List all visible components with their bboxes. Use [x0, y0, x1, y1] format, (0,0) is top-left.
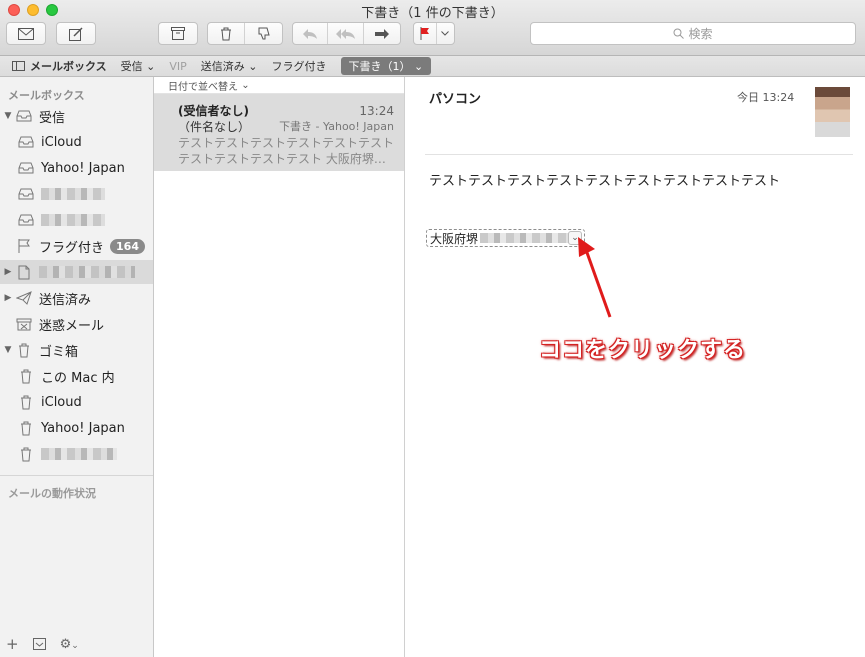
red-arrow-annotation — [578, 237, 612, 318]
favorites-sent-button[interactable]: 送信済み ⌄ — [201, 58, 258, 74]
search-input[interactable]: 検索 — [530, 22, 856, 45]
sidebar-header: メールボックス — [8, 89, 85, 102]
inbox-tray-icon — [16, 134, 36, 150]
disclosure-triangle-icon[interactable]: ▼ — [2, 345, 14, 355]
sort-menu[interactable]: 日付で並べ替え ⌄ — [154, 77, 404, 94]
favorites-vip-button[interactable]: VIP — [169, 60, 186, 73]
flag-icon — [420, 27, 429, 40]
archive-icon — [171, 27, 185, 40]
message-sender: (受信者なし) — [178, 104, 249, 118]
sidebar-item-trash[interactable]: ▼ ゴミ箱 — [0, 338, 153, 362]
disclosure-triangle-icon[interactable]: ▶ — [2, 293, 14, 303]
sidebar-item-inbox-redacted-2[interactable] — [0, 208, 153, 232]
reply-all-icon — [335, 28, 355, 39]
header-divider — [425, 154, 853, 155]
redacted-account-name — [41, 214, 105, 226]
message-preview-pane: パソコン 今日 13:24 テストテストテストテストテストテストテストテストテス… — [405, 77, 865, 657]
message-list: 日付で並べ替え ⌄ (受信者なし) 13:24 （件名なし） 下書き - Yah… — [154, 77, 405, 657]
trash-icon — [16, 446, 36, 462]
inbox-tray-icon — [14, 108, 34, 124]
flag-menu-button[interactable] — [437, 23, 454, 44]
window-title: 下書き（1 件の下書き） — [361, 6, 504, 21]
inbox-tray-icon — [16, 212, 36, 228]
compose-icon — [69, 26, 83, 41]
inbox-tray-icon — [16, 186, 36, 202]
sidebar-item-inbox-icloud[interactable]: iCloud — [0, 130, 153, 154]
activity-status-header: メールの動作状況 — [0, 475, 153, 510]
message-preview-line-2: テストテストテストテスト 大阪府堺… — [178, 152, 386, 166]
sidebar-item-sent[interactable]: ▶ 送信済み — [0, 286, 153, 310]
forward-arrow-icon — [374, 28, 389, 39]
message-subject: （件名なし） — [178, 120, 251, 134]
redacted-mailbox-name — [39, 266, 135, 278]
sidebar-item-drafts[interactable]: ▶ — [0, 260, 153, 284]
message-body: テストテストテストテストテストテストテストテストテスト — [429, 174, 781, 189]
favorites-inbox-button[interactable]: 受信 ⌄ — [121, 58, 156, 74]
message-account: 下書き - Yahoo! Japan — [279, 120, 394, 133]
sidebar-toggle-icon — [12, 61, 25, 71]
reply-button[interactable] — [293, 23, 329, 44]
sidebar-item-inbox-redacted-1[interactable] — [0, 182, 153, 206]
favorites-flagged-button[interactable]: フラグ付き — [272, 58, 327, 74]
title-bar: 下書き（1 件の下書き） 検索 — [0, 0, 865, 56]
disclosure-triangle-icon[interactable]: ▶ — [2, 267, 14, 277]
message-preview-line-1: テストテストテストテストテストテスト — [178, 136, 394, 150]
envelope-icon — [18, 27, 34, 40]
disclosure-triangle-icon[interactable]: ▼ — [2, 111, 14, 121]
search-icon — [673, 28, 685, 39]
inbox-tray-icon — [16, 160, 36, 176]
reply-icon — [303, 28, 318, 39]
forward-button[interactable] — [364, 23, 400, 44]
list-item[interactable]: (受信者なし) 13:24 （件名なし） 下書き - Yahoo! Japan … — [154, 94, 404, 171]
draft-document-icon — [14, 264, 34, 280]
sidebar-item-trash-icloud[interactable]: iCloud — [0, 390, 153, 414]
chevron-down-icon: ⌄ — [241, 79, 250, 91]
favorites-mailboxes-button[interactable]: メールボックス — [12, 58, 107, 74]
paper-plane-icon — [14, 290, 34, 306]
delete-button[interactable] — [208, 23, 246, 44]
mailbox-sidebar: メールボックス ▼ 受信 iCloud Yahoo! Japan フラグ付き 1… — [0, 77, 154, 657]
message-date: 今日 13:24 — [737, 91, 795, 104]
flagged-count-badge: 164 — [110, 238, 145, 254]
sidebar-item-inbox[interactable]: ▼ 受信 — [0, 104, 153, 128]
sidebar-item-junk[interactable]: 迷惑メール — [0, 312, 153, 336]
redacted-address — [480, 233, 571, 243]
chevron-down-icon — [441, 31, 450, 36]
redacted-account-name — [41, 448, 117, 460]
sidebar-item-trash-local[interactable]: この Mac 内 — [0, 364, 153, 388]
favorites-bar: メールボックス 受信 ⌄ VIP 送信済み ⌄ フラグ付き 下書き（1） ⌄ — [0, 56, 865, 77]
get-mail-button[interactable] — [6, 22, 46, 45]
trash-icon — [16, 368, 36, 384]
sidebar-item-flagged[interactable]: フラグ付き 164 — [0, 234, 153, 258]
avatar — [815, 87, 850, 137]
trash-icon — [221, 27, 231, 40]
trash-icon — [14, 342, 34, 358]
sidebar-item-trash-redacted[interactable] — [0, 442, 153, 466]
favorites-drafts-button[interactable]: 下書き（1） ⌄ — [340, 57, 432, 75]
address-token-text: 大阪府堺 — [430, 231, 479, 246]
sidebar-footer: + ⚙⌄ — [6, 635, 79, 653]
gear-icon[interactable]: ⚙⌄ — [60, 637, 79, 652]
search-placeholder: 検索 — [688, 27, 713, 41]
junk-box-icon — [14, 316, 34, 332]
trash-icon — [16, 394, 36, 410]
callout-text: ココをクリックする — [539, 338, 747, 363]
message-from: パソコン — [429, 92, 482, 107]
reply-all-button[interactable] — [328, 23, 364, 44]
thumbs-down-icon — [258, 27, 270, 39]
sidebar-item-inbox-yahoo[interactable]: Yahoo! Japan — [0, 156, 153, 180]
flag-outline-icon — [14, 238, 34, 254]
message-time: 13:24 — [359, 104, 394, 118]
mailbox-behavior-icon[interactable] — [32, 638, 46, 650]
address-token[interactable]: 大阪府堺 ⌄ — [426, 229, 585, 247]
flag-button[interactable] — [414, 23, 437, 44]
add-mailbox-icon[interactable]: + — [6, 635, 19, 653]
redacted-account-name — [41, 188, 105, 200]
sidebar-item-trash-yahoo[interactable]: Yahoo! Japan — [0, 416, 153, 440]
compose-button[interactable] — [56, 22, 96, 45]
trash-icon — [16, 420, 36, 436]
archive-button[interactable] — [158, 22, 198, 45]
junk-button[interactable] — [245, 23, 282, 44]
